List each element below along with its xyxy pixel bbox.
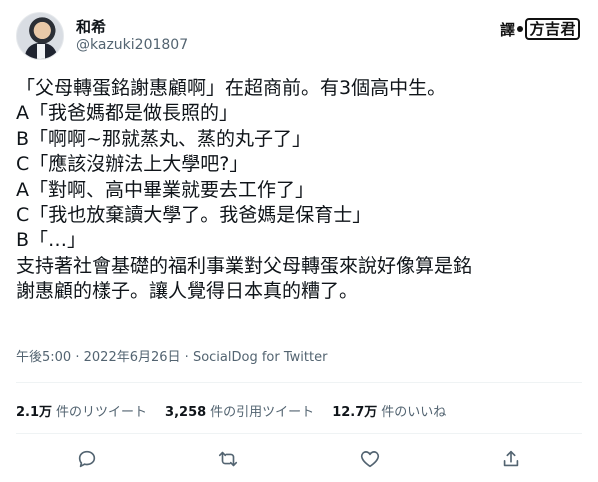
reply-button[interactable] (74, 446, 100, 472)
tweet-stats: 2.1万 件のリツイート 3,258 件の引用ツイート 12.7万 件のいいね (16, 398, 582, 422)
tweet-line: B「啊啊~那就蒸丸、蒸的丸子了」 (16, 127, 311, 150)
retweets-count: 2.1万 (16, 404, 53, 420)
likes-stat[interactable]: 12.7万 件のいいね (332, 401, 446, 420)
badge-left-text: 譯 (499, 20, 516, 39)
reply-icon (78, 450, 95, 468)
tweet-line: 支持著社會基礎的福利事業對父母轉蛋來說好像算是銘 (16, 254, 473, 277)
user-handle[interactable]: @kazuki201807 (76, 37, 188, 53)
meta-separator: · (184, 350, 189, 365)
badge-right-text: 方吉君 (525, 18, 580, 40)
likes-label: 件のいいね (381, 404, 447, 420)
share-button[interactable] (498, 446, 524, 472)
likes-count: 12.7万 (332, 404, 378, 420)
tweet-line: 「父母轉蛋銘謝惠顧啊」在超商前。有3個高中生。 (16, 77, 447, 99)
avatar[interactable] (16, 12, 64, 60)
tweet-header: 和希 @kazuki201807 譯 方吉君 (16, 12, 582, 62)
tweet-actions (16, 446, 582, 472)
tweet-line: 謝惠顧的樣子。讓人覺得日本真的糟了。 (16, 280, 359, 303)
display-name[interactable]: 和希 (76, 16, 106, 37)
divider (16, 433, 582, 434)
retweets-stat[interactable]: 2.1万 件のリツイート (16, 401, 147, 420)
tweet-line: A「我爸媽都是做長照的」 (16, 102, 238, 125)
badge-dot (517, 26, 524, 32)
translator-badge: 譯 方吉君 (500, 18, 580, 40)
retweet-button[interactable] (215, 446, 241, 472)
meta-separator: · (75, 350, 80, 365)
tweet-date[interactable]: 2022年6月26日 (84, 350, 181, 365)
share-icon (504, 450, 519, 467)
retweets-label: 件のリツイート (56, 404, 148, 420)
tweet-line: A「對啊、高中畢業就要去工作了」 (16, 178, 314, 201)
like-button[interactable] (357, 446, 383, 472)
tweet-line: C「我也放棄讀大學了。我爸媽是保育士」 (16, 204, 372, 227)
tweet-source[interactable]: SocialDog for Twitter (193, 350, 327, 365)
divider (16, 382, 582, 383)
quotes-stat[interactable]: 3,258 件の引用ツイート (165, 401, 314, 420)
tweet-meta: 午後5:00 · 2022年6月26日 · SocialDog for Twit… (16, 346, 327, 365)
like-icon (360, 451, 379, 468)
quotes-label: 件の引用ツイート (210, 404, 315, 420)
tweet-text: 「父母轉蛋銘謝惠顧啊」在超商前。有3個高中生。 A「我爸媽都是做長照的」 B「啊… (16, 76, 582, 305)
tweet-line: B「…」 (16, 229, 87, 252)
retweet-icon (219, 451, 238, 467)
quotes-count: 3,258 (165, 404, 207, 420)
tweet-time[interactable]: 午後5:00 (16, 350, 71, 365)
tweet-line: C「應該沒辦法上大學吧?」 (16, 153, 249, 176)
